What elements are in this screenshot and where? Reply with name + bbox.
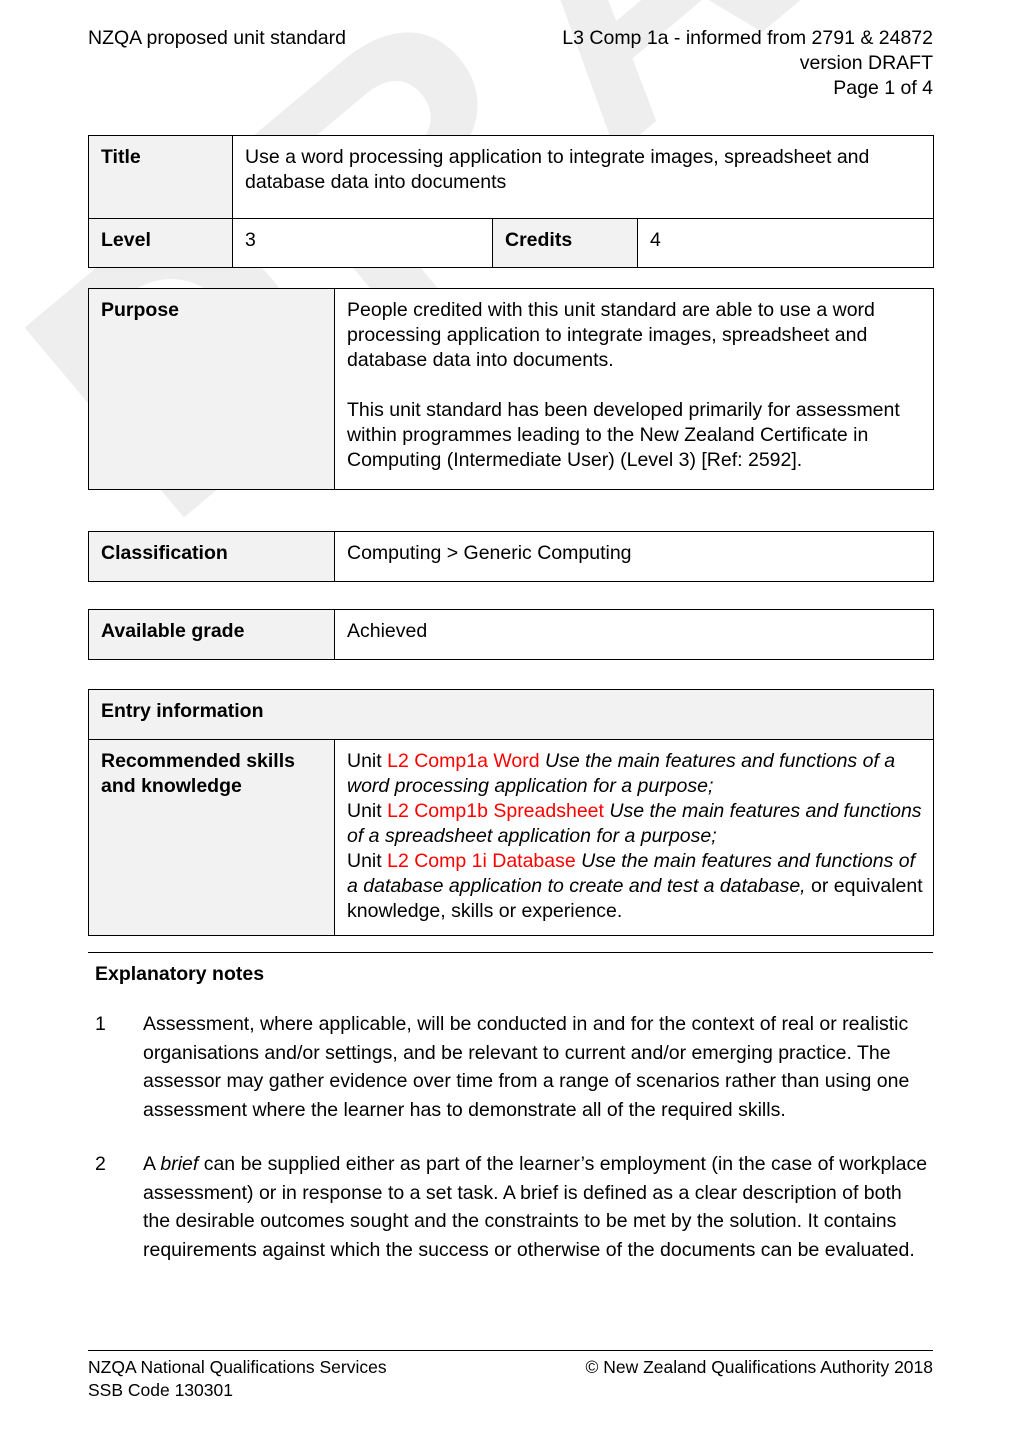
header-standard-ref: L3 Comp 1a - informed from 2791 & 24872 — [562, 27, 933, 49]
header-left-title: NZQA proposed unit standard — [88, 27, 346, 49]
entry-item-1-code: L2 Comp1a Word — [387, 750, 540, 772]
entry-item-3-prefix: Unit — [347, 850, 388, 872]
table-row-recommended-skills: Recommended skills and knowledge Unit L2… — [88, 739, 935, 936]
explanatory-note-1-text: Assessment, where applicable, will be co… — [143, 1013, 910, 1121]
footer-copyright: © New Zealand Qualifications Authority 2… — [585, 1357, 933, 1377]
header-right-block: L3 Comp 1a - informed from 2791 & 24872 … — [562, 26, 933, 101]
available-grade-table: Available grade Achieved — [88, 609, 934, 660]
entry-item-2-code: L2 Comp1b Spreadsheet — [387, 800, 604, 822]
explanatory-note-2-emphasis: brief — [160, 1153, 199, 1175]
entry-item-2-prefix: Unit — [347, 800, 388, 822]
title-table: Title Use a word processing application … — [88, 135, 934, 268]
level-value: 3 — [232, 218, 493, 268]
recommended-skills-label: Recommended skills and knowledge — [88, 739, 335, 936]
header-version: version DRAFT — [799, 52, 933, 74]
footer-rule — [88, 1350, 933, 1351]
explanatory-note-1-number: 1 — [95, 1013, 106, 1035]
explanatory-note-1: 1 Assessment, where applicable, will be … — [95, 1010, 933, 1124]
level-label: Level — [88, 218, 233, 268]
document-page: DRAFT NZQA proposed unit standard L3 Com… — [0, 0, 1020, 1443]
document-footer: NZQA National Qualifications Services SS… — [88, 1356, 933, 1402]
table-row-title: Title Use a word processing application … — [88, 135, 934, 219]
purpose-paragraph-gap — [347, 373, 923, 398]
credits-value: 4 — [637, 218, 934, 268]
entry-information-header: Entry information — [87, 689, 935, 740]
purpose-table: Purpose People credited with this unit s… — [88, 288, 934, 490]
purpose-paragraph-2: This unit standard has been developed pr… — [347, 399, 900, 471]
explanatory-notes-rule — [88, 952, 933, 953]
document-header: NZQA proposed unit standard L3 Comp 1a -… — [88, 26, 933, 101]
classification-label: Classification — [88, 531, 335, 582]
credits-label: Credits — [492, 218, 638, 268]
purpose-paragraph-1: People credited with this unit standard … — [347, 299, 875, 371]
title-value: Use a word processing application to int… — [232, 135, 934, 219]
purpose-value: People credited with this unit standard … — [334, 288, 934, 490]
entry-item-3-code: L2 Comp 1i Database — [387, 850, 576, 872]
available-grade-value: Achieved — [334, 609, 934, 660]
explanatory-note-2-text-pre: A — [143, 1153, 161, 1175]
entry-information-table: Entry information Recommended skills and… — [87, 689, 935, 936]
table-row-available-grade: Available grade Achieved — [88, 609, 934, 660]
footer-organisation: NZQA National Qualifications Services SS… — [88, 1357, 387, 1400]
explanatory-notes-heading: Explanatory notes — [95, 963, 265, 985]
classification-value: Computing > Generic Computing — [334, 531, 934, 582]
purpose-label: Purpose — [88, 288, 335, 490]
table-row-purpose: Purpose People credited with this unit s… — [88, 288, 934, 490]
title-label: Title — [88, 135, 233, 219]
table-row-entry-information-header: Entry information — [87, 689, 935, 740]
explanatory-note-2-text: A brief can be supplied either as part o… — [143, 1150, 933, 1264]
available-grade-label: Available grade — [88, 609, 335, 660]
table-row-level-credits: Level 3 Credits 4 — [88, 218, 934, 268]
recommended-skills-value: Unit L2 Comp1a Word Use the main feature… — [333, 739, 935, 936]
table-row-classification: Classification Computing > Generic Compu… — [88, 531, 934, 582]
explanatory-note-2: 2 A brief can be supplied either as part… — [95, 1150, 933, 1264]
explanatory-note-2-text-post: can be supplied either as part of the le… — [143, 1153, 928, 1261]
entry-item-1-prefix: Unit — [347, 750, 388, 772]
classification-table: Classification Computing > Generic Compu… — [88, 531, 934, 582]
explanatory-note-2-number: 2 — [95, 1153, 106, 1175]
header-page-number: Page 1 of 4 — [833, 77, 933, 99]
